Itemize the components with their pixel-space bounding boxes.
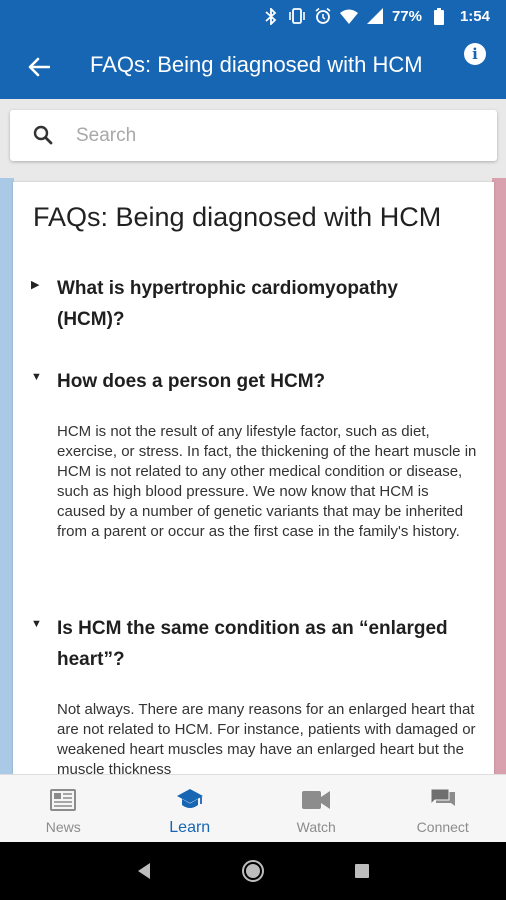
- expanded-arrow-icon: ▼: [31, 371, 42, 383]
- battery-percent: 77%: [391, 7, 422, 25]
- arrow-back-icon: [28, 57, 50, 77]
- system-back-button[interactable]: [132, 859, 156, 883]
- system-recents-button[interactable]: [350, 859, 374, 883]
- nav-learn[interactable]: Learn: [127, 775, 254, 842]
- circle-home-icon: [241, 860, 264, 882]
- square-recents-icon: [354, 864, 369, 878]
- collapsed-arrow-icon: ▶: [31, 279, 40, 291]
- page-title: FAQs: Being diagnosed with HCM: [90, 52, 423, 77]
- faq-question-1[interactable]: ▶ What is hypertrophic cardiomyopathy (H…: [31, 273, 467, 335]
- faq-question-text: Is HCM the same condition as an “enlarge…: [57, 618, 448, 670]
- search-icon: [33, 125, 53, 145]
- faq-card: FAQs: Being diagnosed with HCM ▶ What is…: [13, 182, 494, 774]
- vibrate-icon: [288, 7, 306, 25]
- status-bar: 77% 1:54: [262, 0, 506, 32]
- faq-answer-3: Not always. There are many reasons for a…: [57, 701, 476, 774]
- nav-label: Watch: [296, 819, 336, 835]
- info-icon: i: [472, 45, 478, 63]
- clock: 1:54: [459, 7, 490, 25]
- nav-label: Connect: [416, 819, 469, 835]
- chat-icon: [429, 787, 457, 813]
- right-accent-stripe: [492, 178, 506, 774]
- battery-icon: [430, 7, 448, 25]
- cell-signal-icon: [366, 7, 384, 25]
- search-input[interactable]: [76, 120, 476, 151]
- alarm-icon: [314, 7, 332, 25]
- app-bar: 77% 1:54 FAQs: Being diagnosed with HCM …: [0, 0, 506, 99]
- bottom-navigation: News Learn Watch Connect: [0, 774, 506, 842]
- system-navigation-bar: [0, 842, 506, 900]
- faq-question-text: How does a person get HCM?: [57, 371, 326, 392]
- search-bar: [10, 110, 497, 161]
- faq-question-3[interactable]: ▼ Is HCM the same condition as an “enlar…: [31, 613, 467, 675]
- school-icon: [176, 787, 204, 813]
- wifi-icon: [339, 7, 358, 25]
- card-title: FAQs: Being diagnosed with HCM: [33, 202, 442, 232]
- faq-question-2[interactable]: ▼ How does a person get HCM?: [31, 366, 467, 397]
- system-home-button[interactable]: [241, 859, 265, 883]
- back-button[interactable]: [24, 52, 54, 82]
- triangle-back-icon: [138, 863, 151, 879]
- nav-watch[interactable]: Watch: [253, 775, 380, 842]
- info-button[interactable]: i: [464, 43, 486, 65]
- bluetooth-icon: [262, 7, 280, 25]
- video-camera-icon: [302, 787, 331, 813]
- news-icon: [49, 787, 77, 813]
- nav-label: News: [45, 819, 81, 835]
- faq-answer-2: HCM is not the result of any lifestyle f…: [57, 423, 477, 540]
- nav-news[interactable]: News: [0, 775, 127, 842]
- toolbar: FAQs: Being diagnosed with HCM i: [0, 32, 506, 99]
- expanded-arrow-icon: ▼: [31, 618, 42, 630]
- nav-connect[interactable]: Connect: [380, 775, 506, 842]
- left-accent-stripe: [0, 178, 14, 774]
- nav-label: Learn: [169, 819, 211, 836]
- faq-question-text: What is hypertrophic cardiomyopathy (HCM…: [57, 278, 398, 330]
